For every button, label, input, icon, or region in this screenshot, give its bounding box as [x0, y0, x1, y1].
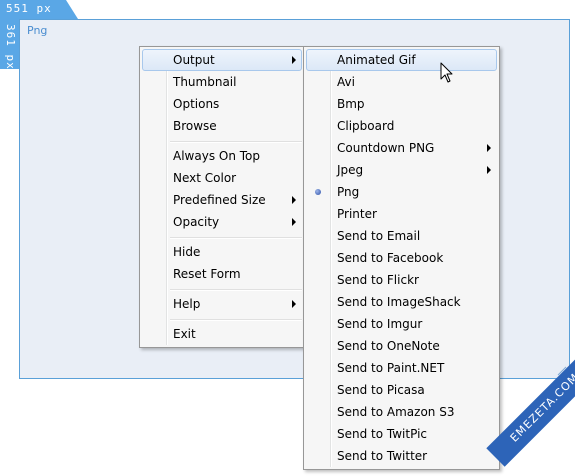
menu-item-label: Predefined Size	[173, 193, 266, 207]
mouse-cursor-icon	[440, 62, 453, 83]
menu-item-label: Send to Facebook	[337, 251, 444, 265]
menu-item-label: Png	[337, 185, 360, 199]
menu-item-label: Send to Imgur	[337, 317, 423, 331]
menu-item-printer[interactable]: Printer	[306, 203, 497, 225]
submenu-arrow-icon	[487, 166, 491, 174]
menu-item-send-to-twitpic[interactable]: Send to TwitPic	[306, 423, 497, 445]
menu-item-countdown-png[interactable]: Countdown PNG	[306, 137, 497, 159]
submenu-arrow-icon	[292, 56, 296, 64]
menu-item-send-to-flickr[interactable]: Send to Flickr	[306, 269, 497, 291]
menu-separator	[170, 289, 302, 291]
menu-item-label: Animated Gif	[337, 53, 416, 67]
menu-item-opacity[interactable]: Opacity	[142, 211, 302, 233]
menu-item-label: Opacity	[173, 215, 220, 229]
context-menu: Output Thumbnail Options Browse Always O…	[139, 46, 305, 348]
menu-item-send-to-picasa[interactable]: Send to Picasa	[306, 379, 497, 401]
menu-item-label: Send to Amazon S3	[337, 405, 455, 419]
menu-item-send-to-paint-net[interactable]: Send to Paint.NET	[306, 357, 497, 379]
format-label: Png	[27, 24, 48, 37]
menu-item-browse[interactable]: Browse	[142, 115, 302, 137]
menu-item-label: Reset Form	[173, 267, 241, 281]
menu-item-jpeg[interactable]: Jpeg	[306, 159, 497, 181]
menu-item-label: Send to Picasa	[337, 383, 425, 397]
menu-item-always-on-top[interactable]: Always On Top	[142, 145, 302, 167]
radio-selected-icon	[315, 189, 321, 195]
menu-item-thumbnail[interactable]: Thumbnail	[142, 71, 302, 93]
menu-item-bmp[interactable]: Bmp	[306, 93, 497, 115]
submenu-arrow-icon	[292, 196, 296, 204]
menu-item-send-to-facebook[interactable]: Send to Facebook	[306, 247, 497, 269]
menu-item-hide[interactable]: Hide	[142, 241, 302, 263]
menu-item-label: Next Color	[173, 171, 237, 185]
watermark-text: EMEZETA.COM	[507, 370, 575, 445]
menu-item-label: Printer	[337, 207, 377, 221]
menu-item-send-to-email[interactable]: Send to Email	[306, 225, 497, 247]
menu-item-label: Send to Twitter	[337, 449, 428, 463]
output-submenu: Animated Gif Avi Bmp Clipboard Countdown…	[303, 46, 500, 470]
menu-item-label: Send to Flickr	[337, 273, 419, 287]
menu-item-next-color[interactable]: Next Color	[142, 167, 302, 189]
menu-item-avi[interactable]: Avi	[306, 71, 497, 93]
menu-item-send-to-imgur[interactable]: Send to Imgur	[306, 313, 497, 335]
menu-item-label: Thumbnail	[173, 75, 237, 89]
submenu-arrow-icon	[487, 144, 491, 152]
menu-item-label: Send to OneNote	[337, 339, 440, 353]
submenu-arrow-icon	[292, 300, 296, 308]
width-tab: 551 px	[0, 0, 78, 19]
menu-item-reset-form[interactable]: Reset Form	[142, 263, 302, 285]
menu-item-png[interactable]: Png	[306, 181, 497, 203]
menu-item-label: Send to Email	[337, 229, 421, 243]
menu-item-label: Options	[173, 97, 220, 111]
menu-item-label: Hide	[173, 245, 201, 259]
menu-item-label: Send to ImageShack	[337, 295, 461, 309]
menu-separator	[170, 237, 302, 239]
menu-item-animated-gif[interactable]: Animated Gif	[306, 49, 497, 71]
menu-item-label: Jpeg	[337, 163, 364, 177]
menu-item-exit[interactable]: Exit	[142, 323, 302, 345]
menu-item-label: Output	[173, 53, 215, 67]
menu-item-label: Countdown PNG	[337, 141, 435, 155]
menu-item-send-to-onenote[interactable]: Send to OneNote	[306, 335, 497, 357]
height-label: 361 px	[4, 24, 17, 70]
menu-item-output[interactable]: Output	[142, 49, 302, 71]
menu-item-label: Help	[173, 297, 201, 311]
menu-separator	[170, 141, 302, 143]
menu-item-predefined-size[interactable]: Predefined Size	[142, 189, 302, 211]
menu-item-label: Browse	[173, 119, 217, 133]
menu-item-send-to-twitter[interactable]: Send to Twitter	[306, 445, 497, 467]
menu-item-help[interactable]: Help	[142, 293, 302, 315]
menu-item-label: Bmp	[337, 97, 365, 111]
menu-item-label: Avi	[337, 75, 355, 89]
menu-item-label: Clipboard	[337, 119, 395, 133]
submenu-arrow-icon	[292, 218, 296, 226]
menu-item-clipboard[interactable]: Clipboard	[306, 115, 497, 137]
width-label: 551 px	[6, 2, 52, 15]
menu-item-label: Send to TwitPic	[337, 427, 427, 441]
menu-item-label: Exit	[173, 327, 196, 341]
menu-item-label: Always On Top	[173, 149, 260, 163]
menu-separator	[170, 319, 302, 321]
menu-item-options[interactable]: Options	[142, 93, 302, 115]
menu-item-send-to-imageshack[interactable]: Send to ImageShack	[306, 291, 497, 313]
menu-item-send-to-amazon-s3[interactable]: Send to Amazon S3	[306, 401, 497, 423]
menu-item-label: Send to Paint.NET	[337, 361, 445, 375]
